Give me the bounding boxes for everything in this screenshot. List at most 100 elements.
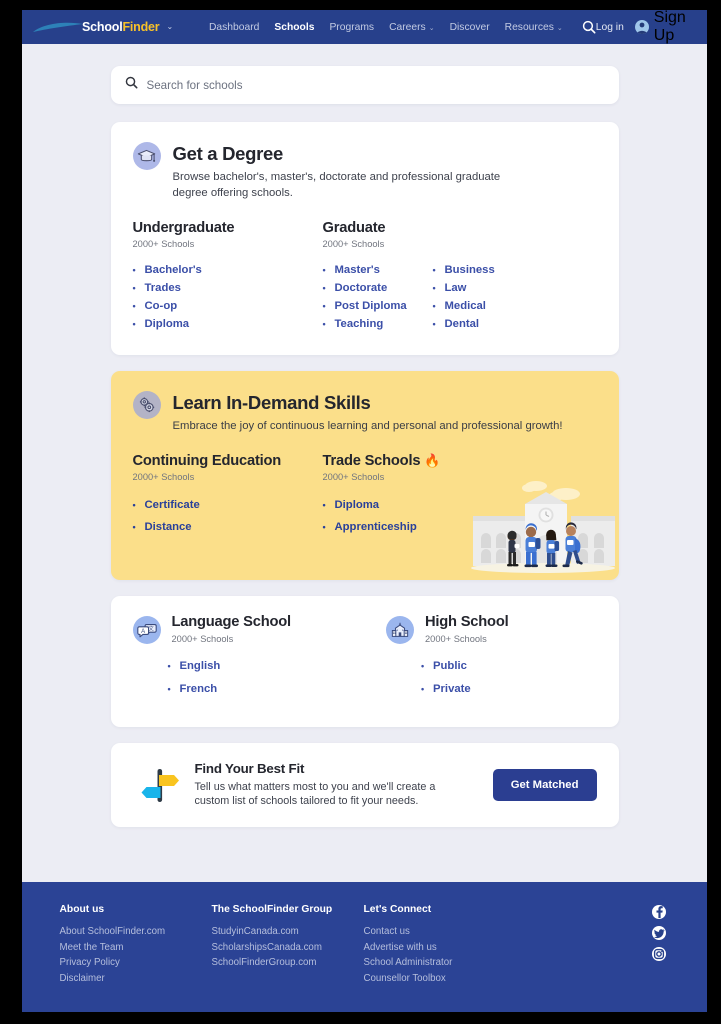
trade-links: Diploma Apprenticeship [323,494,441,538]
card-title: Learn In-Demand Skills [172,392,371,413]
facebook-icon[interactable] [651,905,666,919]
find-best-fit-card: Find Your Best Fit Tell us what matters … [110,742,619,827]
footer-link[interactable]: Counsellor Toolbox [364,971,516,987]
list-item[interactable]: Master's [323,261,428,279]
graduate-block-2: Business Law Medical Dental [433,220,538,333]
app-screen: SchoolFinder ⌄ Dashboard Schools Program… [22,10,707,1012]
graduation-cap-icon [132,142,161,170]
nav-label: Discover [449,21,490,33]
graduate-links-col1: Master's Doctorate Post Diploma Teaching [323,261,428,333]
list-item[interactable]: Certificate [133,494,323,516]
trade-title: Trade Schools [322,452,421,469]
high-school-section: High School 2000+ Schools Public Private [343,614,597,701]
list-item[interactable]: Diploma [323,494,441,516]
footer-link[interactable]: Privacy Policy [60,955,212,971]
trade-block: Trade Schools 🔥 2000+ Schools Diploma Ap… [323,453,441,538]
list-item[interactable]: English [168,655,344,678]
nav-item-dashboard[interactable]: Dashboard [209,22,259,33]
chevron-down-icon: ⌄ [428,25,435,32]
footer-link[interactable]: ScholarshipsCanada.com [212,940,364,956]
trade-count: 2000+ Schools [322,471,385,482]
swoosh-icon [32,21,84,34]
instagram-icon[interactable] [651,947,666,961]
nav-item-careers[interactable]: Careers ⌄ [389,22,435,33]
undergraduate-count: 2000+ Schools [132,239,195,249]
language-high-school-card: 文 A Language School 2000+ Schools • Engl… [110,595,619,727]
card-head-text: Get a Degree Browse bachelor's, master's… [173,140,533,201]
list-item[interactable]: Distance [133,516,323,538]
school-building-icon [386,615,414,644]
graduate-links-col2: Business Law Medical Dental [433,261,538,333]
nav-item-discover[interactable]: Discover [450,22,490,33]
card-header: Get a Degree Browse bachelor's, master's… [132,140,597,201]
content-container: Get a Degree Browse bachelor's, master's… [110,66,619,827]
site-footer: About us About SchoolFinder.com Meet the… [22,882,707,1012]
list-item[interactable]: Teaching [323,315,428,333]
footer-link[interactable]: SchoolFinderGroup.com [212,955,364,971]
list-item[interactable]: Co-op [133,297,323,315]
footer-link[interactable]: Contact us [364,924,516,940]
graduate-title: Graduate [322,220,386,236]
signup-label: Sign Up [653,10,686,44]
brand-text: SchoolFinder [82,20,160,34]
nav-right: Log in Sign Up [596,10,695,45]
footer-link[interactable]: School Administrator [364,955,516,971]
high-school-titles: High School 2000+ Schools [425,613,509,644]
list-item[interactable]: Medical [433,297,538,315]
list-item[interactable]: French [168,678,344,701]
language-school-section: 文 A Language School 2000+ Schools • Engl… [132,613,344,701]
card-description: Embrace the joy of continuous learning a… [172,420,563,432]
nav-label: Programs [329,21,375,33]
list-item[interactable]: Doctorate [323,279,428,297]
language-school-links: English French [168,655,344,701]
fire-icon: 🔥 [424,452,441,468]
high-school-title: High School [425,613,509,630]
graduate-block-1: Graduate 2000+ Schools Master's Doctorat… [323,220,428,333]
list-item[interactable]: Public [421,655,597,678]
skills-columns: Continuing Education 2000+ Schools Certi… [133,453,597,538]
footer-link[interactable]: Advertise with us [364,940,516,956]
list-item[interactable]: Post Diploma [323,297,428,315]
nav-item-resources[interactable]: Resources ⌄ [505,22,563,33]
search-input[interactable] [146,78,605,92]
signup-button[interactable]: Sign Up [634,10,689,45]
nav-item-programs[interactable]: Programs [329,22,374,33]
best-fit-title: Find Your Best Fit [194,760,305,776]
language-school-title: Language School [171,613,292,630]
list-item[interactable]: Bachelor's [133,261,323,279]
footer-link[interactable]: StudyinCanada.com [212,924,364,940]
undergraduate-column: Undergraduate 2000+ Schools Bachelor's T… [133,220,323,333]
nav-item-schools[interactable]: Schools [274,22,314,33]
nav-links: Dashboard Schools Programs Careers ⌄ Dis… [193,20,596,34]
search-bar[interactable] [110,66,619,104]
signpost-icon [133,763,187,807]
footer-link[interactable]: About SchoolFinder.com [60,924,212,940]
card-head-text: Learn In-Demand Skills Embrace the joy o… [173,389,563,435]
chevron-down-icon[interactable]: ⌄ [166,22,173,31]
translate-speech-bubbles-icon: 文 A [132,615,161,644]
list-item[interactable]: Apprenticeship [323,516,441,538]
high-school-count: 2000+ Schools [425,633,487,644]
undergraduate-title: Undergraduate [132,220,235,236]
login-button[interactable]: Log in [596,22,624,33]
twitter-icon[interactable] [651,926,666,940]
list-item[interactable]: Private [421,678,597,701]
continuing-count: 2000+ Schools [132,471,195,482]
brand-logo[interactable]: SchoolFinder ⌄ [28,20,193,34]
footer-link[interactable]: Meet the Team [60,940,212,956]
high-school-header: High School 2000+ Schools [386,614,597,644]
footer-link[interactable]: Disclaimer [60,971,212,987]
get-a-degree-card: Get a Degree Browse bachelor's, master's… [110,122,619,355]
get-matched-button[interactable]: Get Matched [492,768,597,801]
list-item[interactable]: Business [433,261,538,279]
list-item[interactable]: Trades [133,279,323,297]
svg-text:A: A [141,628,145,634]
list-item[interactable]: Law [433,279,538,297]
learn-skills-card: Learn In-Demand Skills Embrace the joy o… [110,371,619,580]
search-icon[interactable] [582,20,596,34]
list-item[interactable]: Diploma [133,315,323,333]
list-item[interactable]: Dental [433,315,538,333]
avatar-icon [634,20,649,34]
footer-column-title: The SchoolFinder Group [211,904,333,915]
footer-column-title: Let's Connect [363,904,432,915]
